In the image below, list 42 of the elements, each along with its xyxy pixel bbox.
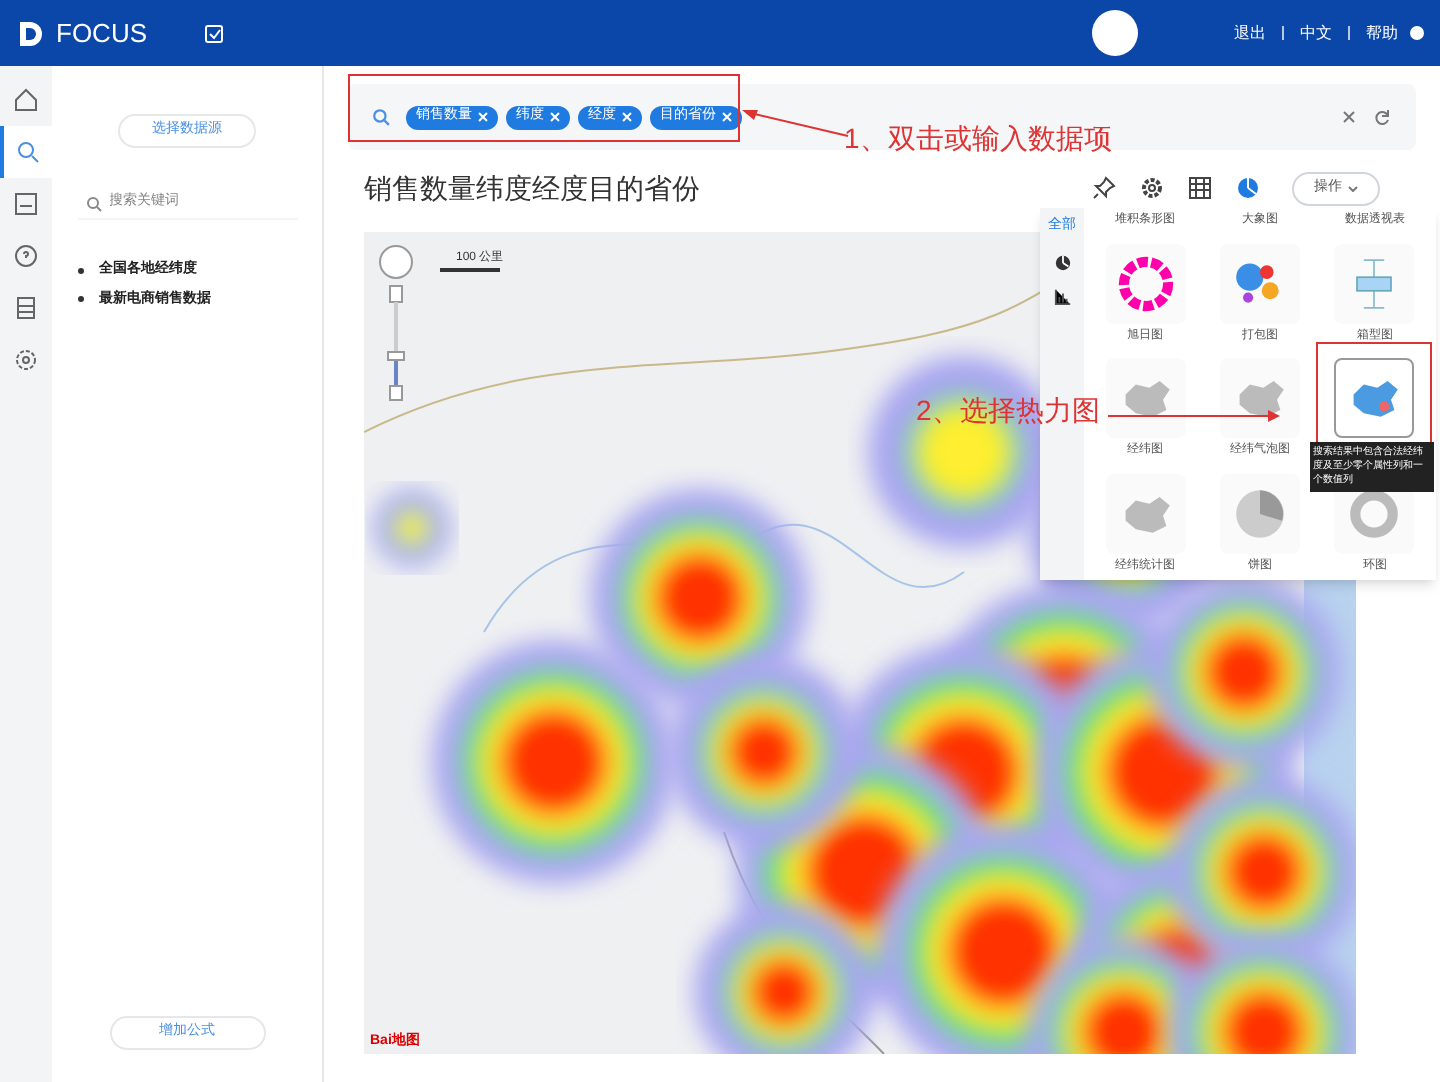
chart-type-tile[interactable] bbox=[1334, 358, 1415, 438]
info-icon bbox=[1410, 26, 1424, 40]
chart-type-tile[interactable] bbox=[1219, 243, 1300, 323]
chart-type-tile[interactable] bbox=[1105, 243, 1186, 323]
logo-icon bbox=[16, 17, 48, 49]
bullet-icon bbox=[77, 267, 83, 274]
chart-title: 销售数量纬度经度目的省份 bbox=[364, 169, 700, 207]
search-icon bbox=[85, 195, 101, 211]
search-icon bbox=[14, 138, 42, 166]
refresh-icon[interactable] bbox=[1372, 107, 1392, 127]
settings-icon bbox=[12, 346, 40, 374]
arrow bbox=[740, 106, 850, 138]
bullet-icon bbox=[77, 296, 83, 303]
caret-icon bbox=[1348, 185, 1358, 191]
help-icon bbox=[12, 242, 40, 270]
pin-icon[interactable] bbox=[1092, 176, 1116, 200]
gear-icon[interactable] bbox=[1140, 176, 1164, 200]
header-link[interactable]: 退出 bbox=[1234, 21, 1266, 45]
home-icon bbox=[12, 86, 40, 114]
chart-type-tile[interactable] bbox=[1105, 358, 1186, 438]
pie-chart-icon[interactable] bbox=[1053, 253, 1071, 271]
avatar[interactable] bbox=[1092, 10, 1138, 56]
chart-type-tile[interactable] bbox=[1105, 473, 1186, 553]
bar-chart-icon[interactable] bbox=[1053, 287, 1071, 305]
header-link[interactable]: 帮助 bbox=[1366, 21, 1398, 45]
scale-bar bbox=[440, 268, 500, 272]
annotation-text: 1、双击或输入数据项 bbox=[844, 120, 1112, 158]
header-link[interactable]: 中文 bbox=[1300, 21, 1332, 45]
chart-type-tile[interactable] bbox=[1219, 473, 1300, 553]
board-icon bbox=[12, 190, 40, 218]
nav-item[interactable] bbox=[0, 126, 52, 178]
annotation-text: 2、选择热力图 bbox=[916, 392, 1100, 430]
map-navigation-control[interactable] bbox=[376, 244, 416, 404]
logo-text: FOCUS bbox=[56, 15, 147, 52]
chart-type-tile[interactable] bbox=[1334, 243, 1415, 323]
database-icon bbox=[12, 294, 40, 322]
edit-icon[interactable] bbox=[203, 23, 223, 43]
table-icon[interactable] bbox=[1188, 176, 1212, 200]
close-icon[interactable] bbox=[1342, 110, 1356, 124]
heat-spot bbox=[373, 489, 451, 567]
search-icon bbox=[372, 108, 390, 126]
chart-type-tile[interactable] bbox=[1219, 358, 1300, 438]
